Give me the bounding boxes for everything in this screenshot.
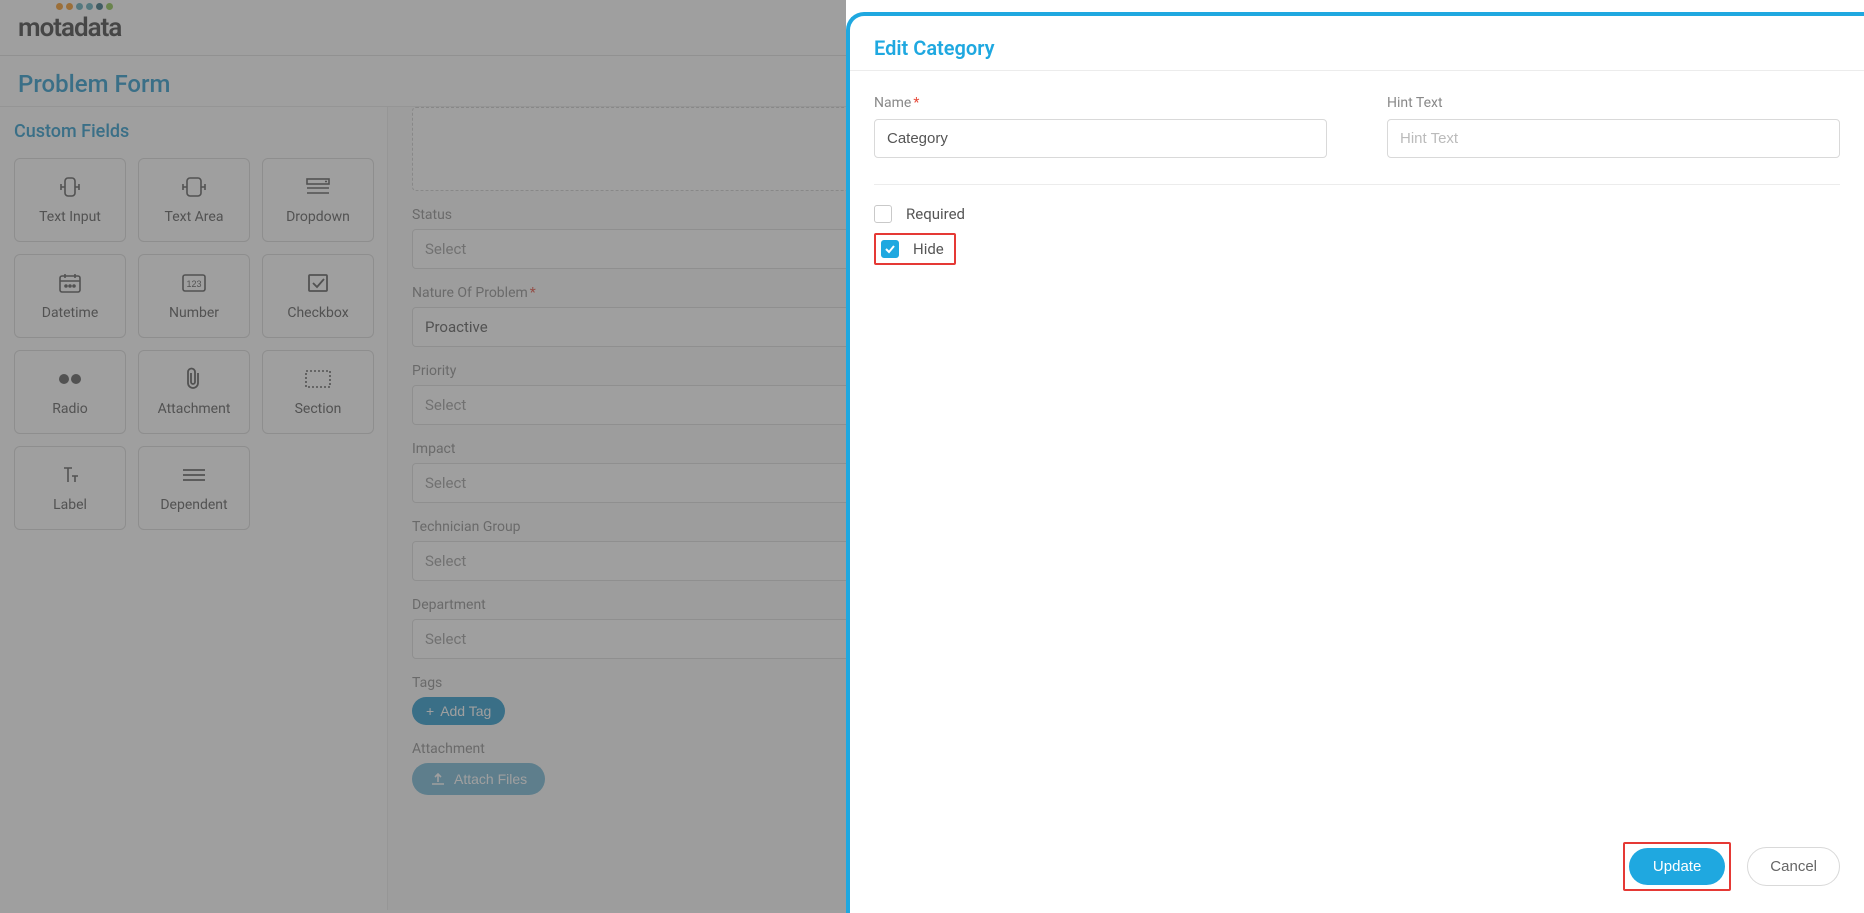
field-dropdown[interactable]: Dropdown xyxy=(262,158,374,242)
field-text-input[interactable]: Text Input xyxy=(14,158,126,242)
field-dependent[interactable]: Dependent xyxy=(138,446,250,530)
field-label: Text Input xyxy=(39,209,101,225)
field-number[interactable]: 123 Number xyxy=(138,254,250,338)
field-radio[interactable]: Radio xyxy=(14,350,126,434)
field-label: Text Area xyxy=(165,209,224,225)
hint-label: Hint Text xyxy=(1387,95,1840,111)
update-button[interactable]: Update xyxy=(1629,848,1725,885)
panel-header: Edit Category xyxy=(850,16,1864,71)
field-label: Dropdown xyxy=(286,209,350,225)
required-checkbox[interactable] xyxy=(874,205,892,223)
radio-icon xyxy=(57,367,83,391)
hide-highlight: Hide xyxy=(874,233,956,265)
field-section[interactable]: Section xyxy=(262,350,374,434)
cancel-button[interactable]: Cancel xyxy=(1747,847,1840,886)
hide-label: Hide xyxy=(913,240,944,258)
svg-text:123: 123 xyxy=(186,279,201,289)
attach-files-button[interactable]: Attach Files xyxy=(412,763,545,795)
panel-footer: Update Cancel xyxy=(850,826,1864,913)
field-label[interactable]: Label xyxy=(14,446,126,530)
field-attachment[interactable]: Attachment xyxy=(138,350,250,434)
add-tag-button[interactable]: + Add Tag xyxy=(412,697,505,725)
update-highlight: Update xyxy=(1623,842,1731,891)
upload-icon xyxy=(430,772,446,786)
field-label: Dependent xyxy=(160,497,227,513)
name-input[interactable] xyxy=(874,119,1327,158)
number-icon: 123 xyxy=(181,271,207,295)
text-area-icon xyxy=(179,175,209,199)
field-checkbox[interactable]: Checkbox xyxy=(262,254,374,338)
dependent-icon xyxy=(181,463,207,487)
plus-icon: + xyxy=(426,703,434,719)
edit-category-panel: Edit Category Name* Hint Text Required H… xyxy=(846,12,1864,913)
datetime-icon xyxy=(58,271,82,295)
required-label: Required xyxy=(906,205,965,223)
hint-input[interactable] xyxy=(1387,119,1840,158)
label-icon xyxy=(58,463,82,487)
field-label: Radio xyxy=(52,401,88,417)
field-label: Attachment xyxy=(158,401,231,417)
field-label: Datetime xyxy=(42,305,99,321)
field-text-area[interactable]: Text Area xyxy=(138,158,250,242)
brand-text: motadata xyxy=(18,13,121,43)
hide-checkbox[interactable] xyxy=(881,240,899,258)
brand-logo: motadata xyxy=(18,13,121,43)
field-label: Label xyxy=(53,497,87,513)
text-input-icon xyxy=(57,175,83,199)
dropdown-icon xyxy=(305,175,331,199)
custom-fields-sidebar: Custom Fields Text Input Text Area Dropd… xyxy=(0,107,388,910)
field-label: Number xyxy=(169,305,219,321)
attachment-icon xyxy=(184,367,204,391)
field-label: Section xyxy=(295,401,342,417)
hide-checkbox-row[interactable]: Hide xyxy=(881,240,944,258)
checkbox-icon xyxy=(306,271,330,295)
name-label: Name* xyxy=(874,95,1327,111)
field-datetime[interactable]: Datetime xyxy=(14,254,126,338)
sidebar-title: Custom Fields xyxy=(14,121,373,142)
field-label: Checkbox xyxy=(287,305,348,321)
required-checkbox-row[interactable]: Required xyxy=(874,205,1840,223)
panel-title: Edit Category xyxy=(874,36,1840,60)
section-icon xyxy=(304,367,332,391)
